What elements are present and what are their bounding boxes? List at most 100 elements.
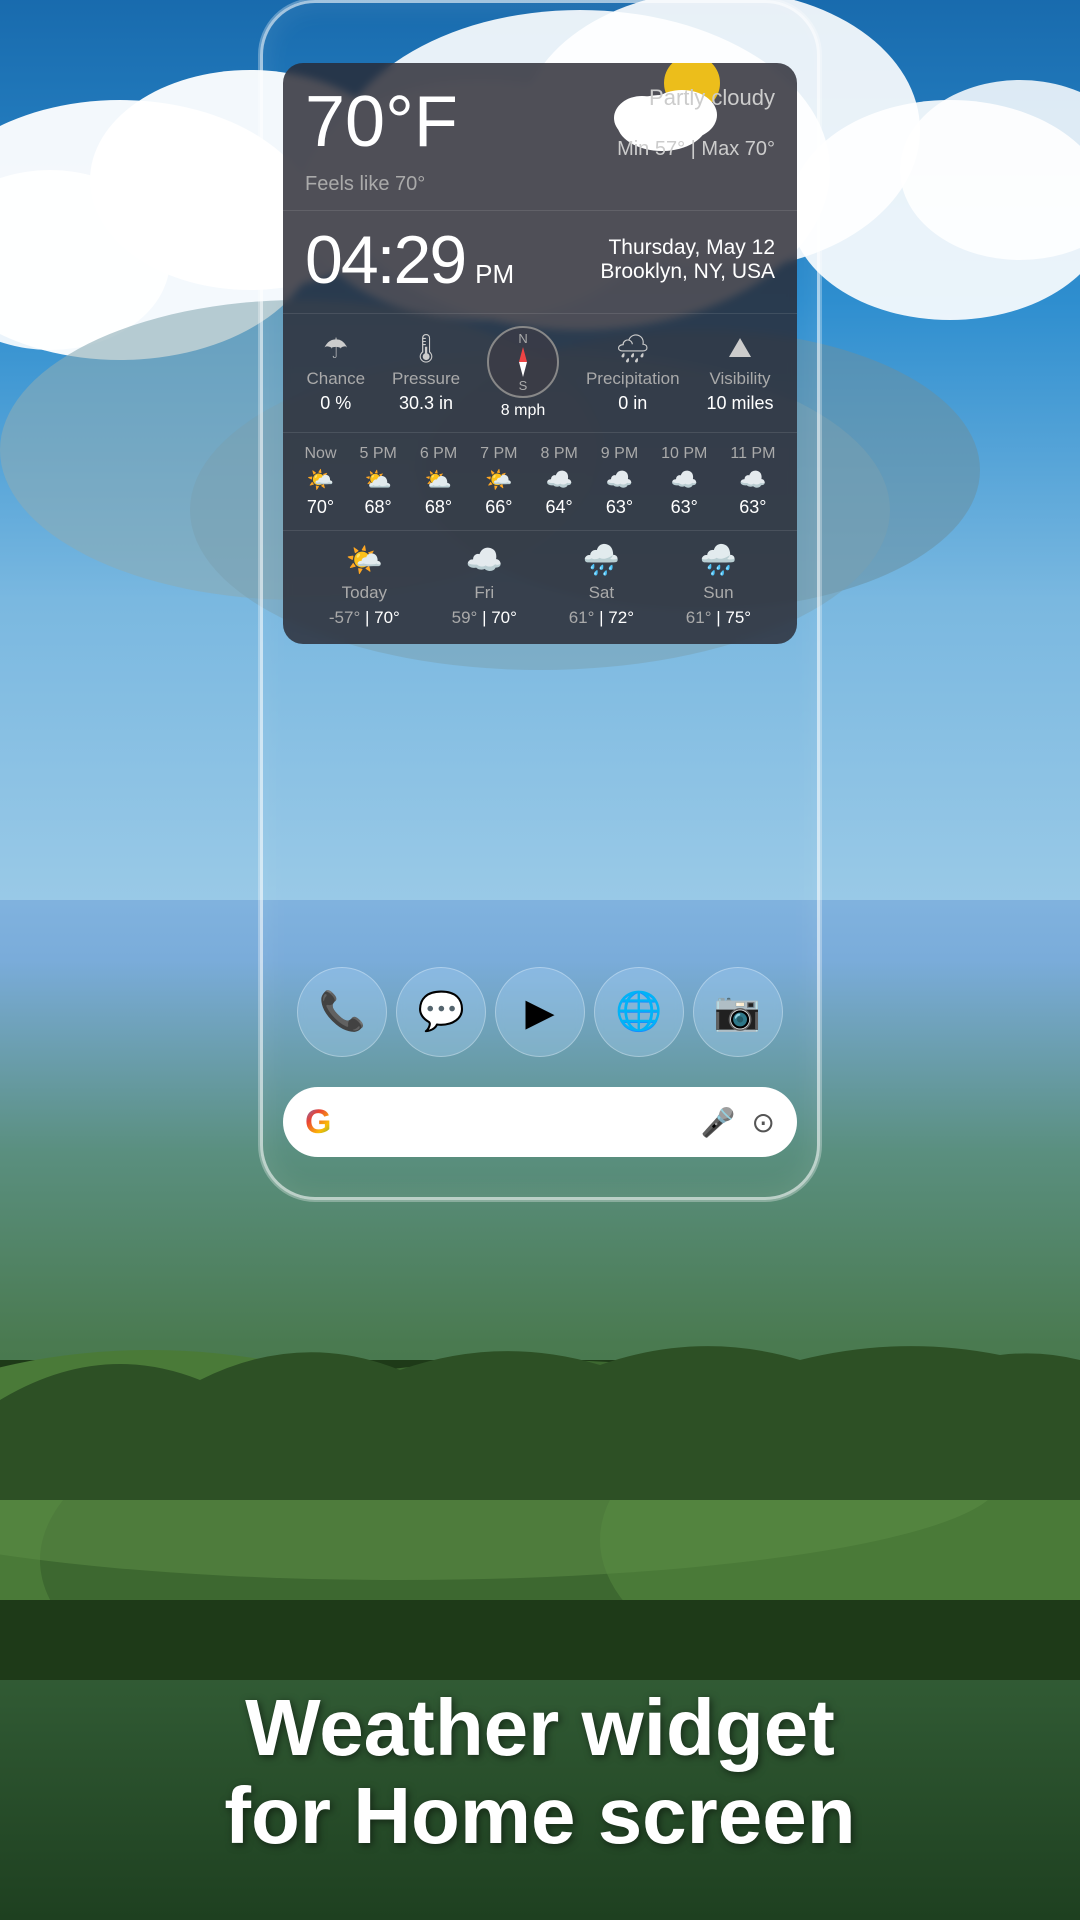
phone-screen: 70°F Partly cloudy Min 57° | Max 70° (263, 3, 817, 1197)
date-line: Thursday, May 12 (600, 236, 775, 260)
rain-icon: 🌧 (615, 332, 651, 365)
weather-widget[interactable]: 70°F Partly cloudy Min 57° | Max 70° (283, 63, 797, 644)
hour-icon: ☁️ (545, 467, 572, 493)
dock-icon-play-store[interactable]: ▶ (495, 967, 585, 1057)
widget-top-section: 70°F Partly cloudy Min 57° | Max 70° (283, 63, 797, 173)
stat-precipitation: 🌧 Precipitation 0 in (586, 332, 680, 414)
time-display: 04:29 PM (305, 221, 514, 299)
hour-icon: ⛅ (425, 467, 452, 493)
min-temp: Min 57° (617, 138, 685, 160)
stat-visibility: ⛰ Visibility 10 miles (706, 332, 773, 414)
wind-value: 8 mph (501, 402, 545, 420)
chance-value: 0 % (320, 393, 351, 414)
day-temps: -57° | 70° (329, 608, 400, 628)
hour-icon: ☁️ (739, 467, 766, 493)
precip-label: Precipitation (586, 369, 680, 389)
hour-item: 7 PM 🌤️ 66° (480, 445, 517, 518)
compass-south: S (519, 378, 528, 393)
app-dock: 📞 💬 ▶ 🌐 📷 (263, 937, 817, 1087)
day-label: Sun (703, 583, 733, 603)
pressure-value: 30.3 in (399, 393, 453, 414)
day-icon: ☁️ (466, 543, 503, 578)
hour-temp: 63° (671, 497, 698, 518)
day-item: 🌧️ Sun 61° | 75° (686, 543, 751, 628)
hour-temp: 64° (546, 497, 573, 518)
pressure-label: Pressure (392, 369, 460, 389)
location-line: Brooklyn, NY, USA (600, 260, 775, 284)
hour-label: 8 PM (540, 445, 577, 463)
visibility-icon: ⛰ (728, 332, 752, 365)
tagline: Weather widget for Home screen (0, 1684, 1080, 1860)
dock-icon-messages[interactable]: 💬 (396, 967, 486, 1057)
chrome-icon: 🌐 (615, 990, 662, 1034)
hour-temp: 68° (365, 497, 392, 518)
play-store-icon: ▶ (525, 990, 554, 1035)
feels-like-row: Feels like 70° (283, 173, 797, 210)
stat-wind: N S 8 mph (487, 326, 559, 420)
tagline-line2: for Home screen (80, 1772, 1000, 1860)
umbrella-icon: ☂ (323, 332, 348, 365)
day-item: 🌧️ Sat 61° | 72° (569, 543, 634, 628)
hour-icon: 🌤️ (485, 467, 512, 493)
day-label: Today (342, 583, 387, 603)
day-item: ☁️ Fri 59° | 70° (452, 543, 517, 628)
hour-label: 11 PM (730, 445, 775, 463)
max-temp: Max 70° (701, 138, 775, 160)
hour-label: 9 PM (601, 445, 638, 463)
stat-pressure: 🌡 Pressure 30.3 in (392, 332, 460, 414)
stats-row: ☂ Chance 0 % 🌡 Pressure 30.3 in N (283, 313, 797, 432)
hour-item: 9 PM ☁️ 63° (601, 445, 638, 518)
precip-value: 0 in (618, 393, 647, 414)
hourly-section: Now 🌤️ 70° 5 PM ⛅ 68° 6 PM ⛅ 68° 7 PM 🌤️… (283, 432, 797, 530)
compass: N S (487, 326, 559, 398)
compass-north: N (518, 331, 527, 346)
mic-icon[interactable]: 🎤 (701, 1106, 736, 1139)
hour-temp: 70° (307, 497, 334, 518)
google-logo: G (305, 1103, 331, 1142)
stat-chance: ☂ Chance 0 % (306, 332, 365, 414)
visibility-value: 10 miles (706, 393, 773, 414)
hour-item: 10 PM ☁️ 63° (661, 445, 707, 518)
day-icon: 🌧️ (700, 543, 737, 578)
lens-icon[interactable]: ⊙ (752, 1106, 775, 1139)
hour-icon: ☁️ (671, 467, 698, 493)
dock-icon-camera[interactable]: 📷 (693, 967, 783, 1057)
dock-icon-chrome[interactable]: 🌐 (594, 967, 684, 1057)
hour-icon: ⛅ (364, 467, 391, 493)
day-icon: 🌤️ (346, 543, 383, 578)
hour-label: Now (304, 445, 336, 463)
current-temperature: 70°F (305, 86, 458, 158)
spacer (263, 664, 817, 937)
dock-icon-phone[interactable]: 📞 (297, 967, 387, 1057)
hour-item: Now 🌤️ 70° (304, 445, 336, 518)
phone-frame: 70°F Partly cloudy Min 57° | Max 70° (260, 0, 820, 1200)
day-label: Sat (589, 583, 615, 603)
camera-icon: 📷 (714, 990, 761, 1034)
messages-icon: 💬 (418, 990, 465, 1034)
google-search-bar[interactable]: G 🎤 ⊙ (283, 1087, 797, 1157)
date-location: Thursday, May 12 Brooklyn, NY, USA (600, 236, 775, 284)
hour-icon: 🌤️ (307, 467, 334, 493)
day-label: Fri (474, 583, 494, 603)
search-icon-group: 🎤 ⊙ (701, 1106, 775, 1139)
time-section: 04:29 PM Thursday, May 12 Brooklyn, NY, … (283, 210, 797, 313)
hour-temp: 68° (425, 497, 452, 518)
hour-item: 6 PM ⛅ 68° (420, 445, 457, 518)
hour-label: 10 PM (661, 445, 707, 463)
day-temps: 61° | 72° (569, 608, 634, 628)
visibility-label: Visibility (709, 369, 770, 389)
hour-icon: ☁️ (606, 467, 633, 493)
hour-label: 7 PM (480, 445, 517, 463)
feels-like-text: Feels like 70° (305, 173, 425, 195)
hour-item: 11 PM ☁️ 63° (730, 445, 775, 518)
hour-item: 5 PM ⛅ 68° (359, 445, 396, 518)
chance-label: Chance (306, 369, 365, 389)
hourly-row: Now 🌤️ 70° 5 PM ⛅ 68° 6 PM ⛅ 68° 7 PM 🌤️… (293, 445, 787, 518)
compass-needle (519, 347, 527, 377)
phone-icon: 📞 (319, 990, 366, 1034)
hour-temp: 63° (606, 497, 633, 518)
hour-temp: 63° (739, 497, 766, 518)
day-temps: 61° | 75° (686, 608, 751, 628)
day-temps: 59° | 70° (452, 608, 517, 628)
time-digits: 04:29 (305, 221, 465, 299)
